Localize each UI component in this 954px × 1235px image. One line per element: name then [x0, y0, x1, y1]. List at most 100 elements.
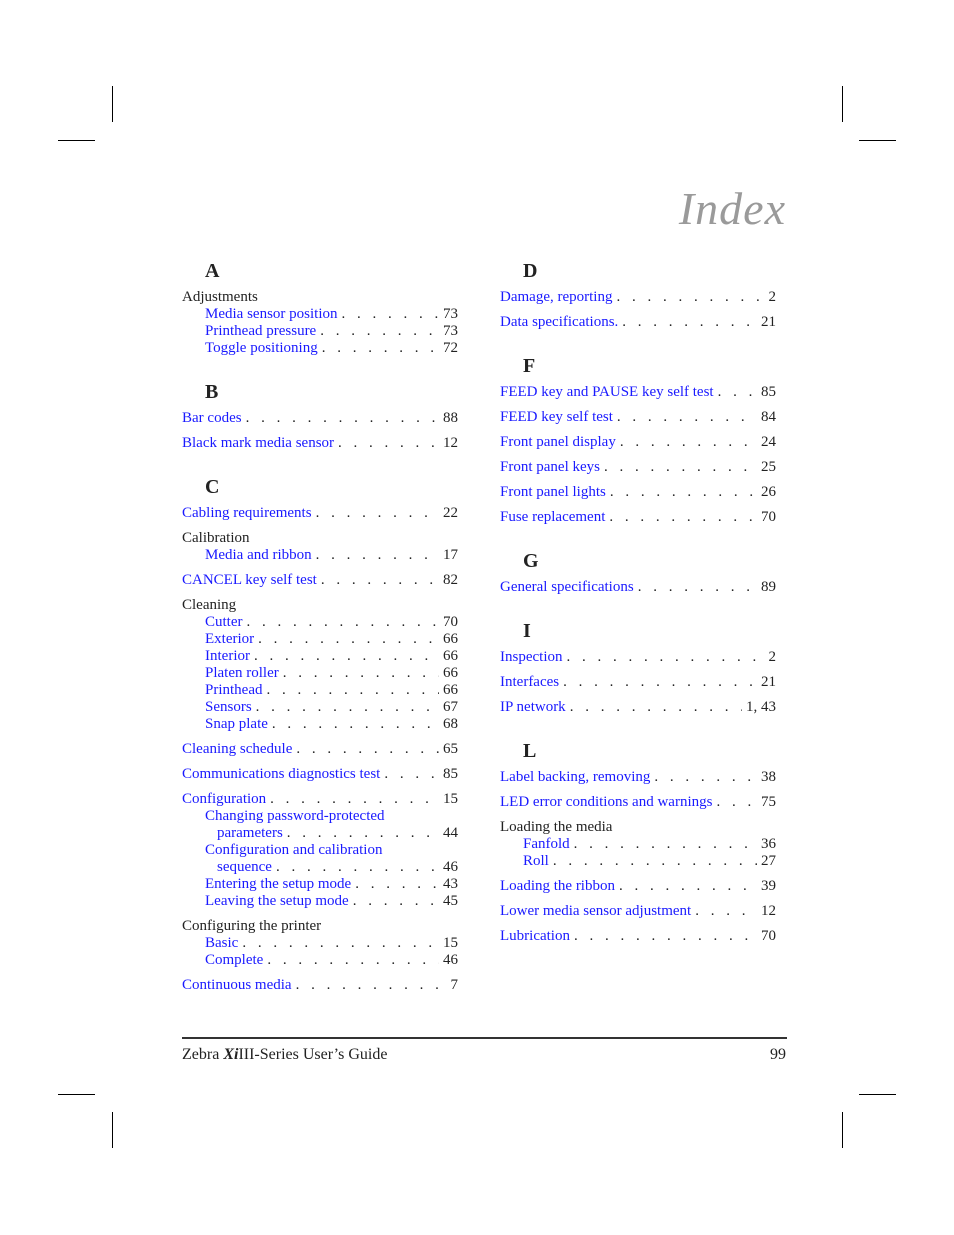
- entry-label[interactable]: Label backing, removing: [500, 769, 650, 786]
- entry-label[interactable]: Platen roller: [205, 665, 279, 682]
- entry-label[interactable]: IP network: [500, 699, 566, 716]
- entry-label[interactable]: General specifications: [500, 579, 634, 596]
- entry-label[interactable]: Entering the setup mode: [205, 876, 351, 893]
- index-entry[interactable]: Front panel keys 25: [500, 459, 776, 476]
- index-entry[interactable]: Lubrication 70: [500, 928, 776, 945]
- entry-label[interactable]: Configuration and calibration: [205, 842, 382, 859]
- index-entry[interactable]: Media and ribbon 17: [182, 547, 458, 564]
- entry-label[interactable]: Damage, reporting: [500, 289, 612, 306]
- index-entry[interactable]: Fuse replacement 70: [500, 509, 776, 526]
- index-entry[interactable]: Cutter 70: [182, 614, 458, 631]
- index-entry[interactable]: Exterior 66: [182, 631, 458, 648]
- entry-label[interactable]: Changing password-protected: [205, 808, 385, 825]
- dot-leader: [272, 716, 439, 733]
- index-entry[interactable]: Loading the ribbon 39: [500, 878, 776, 895]
- index-entry[interactable]: Communications diagnostics test 85: [182, 766, 458, 783]
- index-entry[interactable]: Toggle positioning 72: [182, 340, 458, 357]
- index-entry[interactable]: Front panel lights 26: [500, 484, 776, 501]
- entry-label[interactable]: Roll: [523, 853, 549, 870]
- entry-label[interactable]: Basic: [205, 935, 238, 952]
- dot-leader: [267, 952, 439, 969]
- dot-leader: [322, 340, 439, 357]
- entry-label[interactable]: sequence: [217, 859, 272, 876]
- entry-label[interactable]: Lubrication: [500, 928, 570, 945]
- index-entry[interactable]: Snap plate 68: [182, 716, 458, 733]
- entry-label[interactable]: Cabling requirements: [182, 505, 312, 522]
- index-entry[interactable]: Entering the setup mode 43: [182, 876, 458, 893]
- index-entry[interactable]: Media sensor position 73: [182, 306, 458, 323]
- index-entry[interactable]: Complete 46: [182, 952, 458, 969]
- index-entry[interactable]: Cabling requirements 22: [182, 505, 458, 522]
- entry-label[interactable]: Printhead: [205, 682, 263, 699]
- entry-label[interactable]: Continuous media: [182, 977, 292, 994]
- entry-label[interactable]: Media sensor position: [205, 306, 338, 323]
- index-entry[interactable]: Printhead pressure 73: [182, 323, 458, 340]
- entry-label[interactable]: Black mark media sensor: [182, 435, 334, 452]
- entry-label[interactable]: Lower media sensor adjustment: [500, 903, 691, 920]
- entry-label[interactable]: Front panel keys: [500, 459, 600, 476]
- index-entry[interactable]: parameters 44: [182, 825, 458, 842]
- entry-label[interactable]: Interfaces: [500, 674, 559, 691]
- entry-label[interactable]: Snap plate: [205, 716, 268, 733]
- index-entry[interactable]: Continuous media 7: [182, 977, 458, 994]
- entry-label[interactable]: Front panel lights: [500, 484, 606, 501]
- index-entry[interactable]: Configuration 15: [182, 791, 458, 808]
- entry-label[interactable]: Toggle positioning: [205, 340, 318, 357]
- entry-label[interactable]: FEED key and PAUSE key self test: [500, 384, 714, 401]
- index-entry[interactable]: Roll 27: [500, 853, 776, 870]
- index-entry[interactable]: Cleaning schedule 65: [182, 741, 458, 758]
- entry-label[interactable]: Data specifications.: [500, 314, 618, 331]
- index-entry[interactable]: CANCEL key self test 82: [182, 572, 458, 589]
- entry-label[interactable]: Loading the ribbon: [500, 878, 615, 895]
- index-entry[interactable]: Inspection 2: [500, 649, 776, 666]
- entry-label[interactable]: parameters: [217, 825, 283, 842]
- entry-label[interactable]: Inspection: [500, 649, 562, 666]
- index-entry[interactable]: Platen roller 66: [182, 665, 458, 682]
- index-heading: Calibration: [182, 530, 458, 547]
- entry-label[interactable]: Media and ribbon: [205, 547, 312, 564]
- entry-label[interactable]: Communications diagnostics test: [182, 766, 380, 783]
- index-heading: Configuring the printer: [182, 918, 458, 935]
- entry-label[interactable]: Configuration: [182, 791, 266, 808]
- crop-mark: [58, 1094, 95, 1095]
- index-entry[interactable]: General specifications 89: [500, 579, 776, 596]
- index-entry[interactable]: Front panel display 24: [500, 434, 776, 451]
- entry-label[interactable]: Printhead pressure: [205, 323, 316, 340]
- entry-label[interactable]: Cleaning schedule: [182, 741, 292, 758]
- index-entry[interactable]: Damage, reporting 2: [500, 289, 776, 306]
- entry-label[interactable]: FEED key self test: [500, 409, 613, 426]
- index-entry[interactable]: Leaving the setup mode 45: [182, 893, 458, 910]
- entry-label[interactable]: Complete: [205, 952, 263, 969]
- index-entry[interactable]: Sensors 67: [182, 699, 458, 716]
- entry-label[interactable]: Cutter: [205, 614, 243, 631]
- entry-label[interactable]: LED error conditions and warnings: [500, 794, 712, 811]
- entry-label[interactable]: Fuse replacement: [500, 509, 605, 526]
- index-entry[interactable]: Printhead 66: [182, 682, 458, 699]
- entry-page-number: 38: [761, 769, 776, 785]
- index-entry[interactable]: Data specifications. 21: [500, 314, 776, 331]
- index-entry[interactable]: Fanfold 36: [500, 836, 776, 853]
- entry-label[interactable]: CANCEL key self test: [182, 572, 317, 589]
- index-entry[interactable]: Bar codes 88: [182, 410, 458, 427]
- entry-label[interactable]: Exterior: [205, 631, 254, 648]
- entry-label[interactable]: Fanfold: [523, 836, 570, 853]
- index-entry[interactable]: FEED key self test 84: [500, 409, 776, 426]
- index-entry[interactable]: LED error conditions and warnings 75: [500, 794, 776, 811]
- section-letter: C: [205, 476, 220, 498]
- dot-leader: [267, 682, 440, 699]
- entry-label[interactable]: Front panel display: [500, 434, 616, 451]
- index-entry[interactable]: Interior 66: [182, 648, 458, 665]
- entry-label[interactable]: Sensors: [205, 699, 252, 716]
- index-entry[interactable]: Interfaces 21: [500, 674, 776, 691]
- index-entry[interactable]: FEED key and PAUSE key self test 85: [500, 384, 776, 401]
- index-entry[interactable]: Basic 15: [182, 935, 458, 952]
- index-entry[interactable]: sequence 46: [182, 859, 458, 876]
- entry-label[interactable]: Interior: [205, 648, 250, 665]
- index-entry[interactable]: Label backing, removing 38: [500, 769, 776, 786]
- index-entry[interactable]: Black mark media sensor 12: [182, 435, 458, 452]
- entry-label[interactable]: Bar codes: [182, 410, 242, 427]
- index-entry[interactable]: Lower media sensor adjustment 12: [500, 903, 776, 920]
- index-entry[interactable]: IP network 1, 43: [500, 699, 776, 716]
- entry-label[interactable]: Leaving the setup mode: [205, 893, 349, 910]
